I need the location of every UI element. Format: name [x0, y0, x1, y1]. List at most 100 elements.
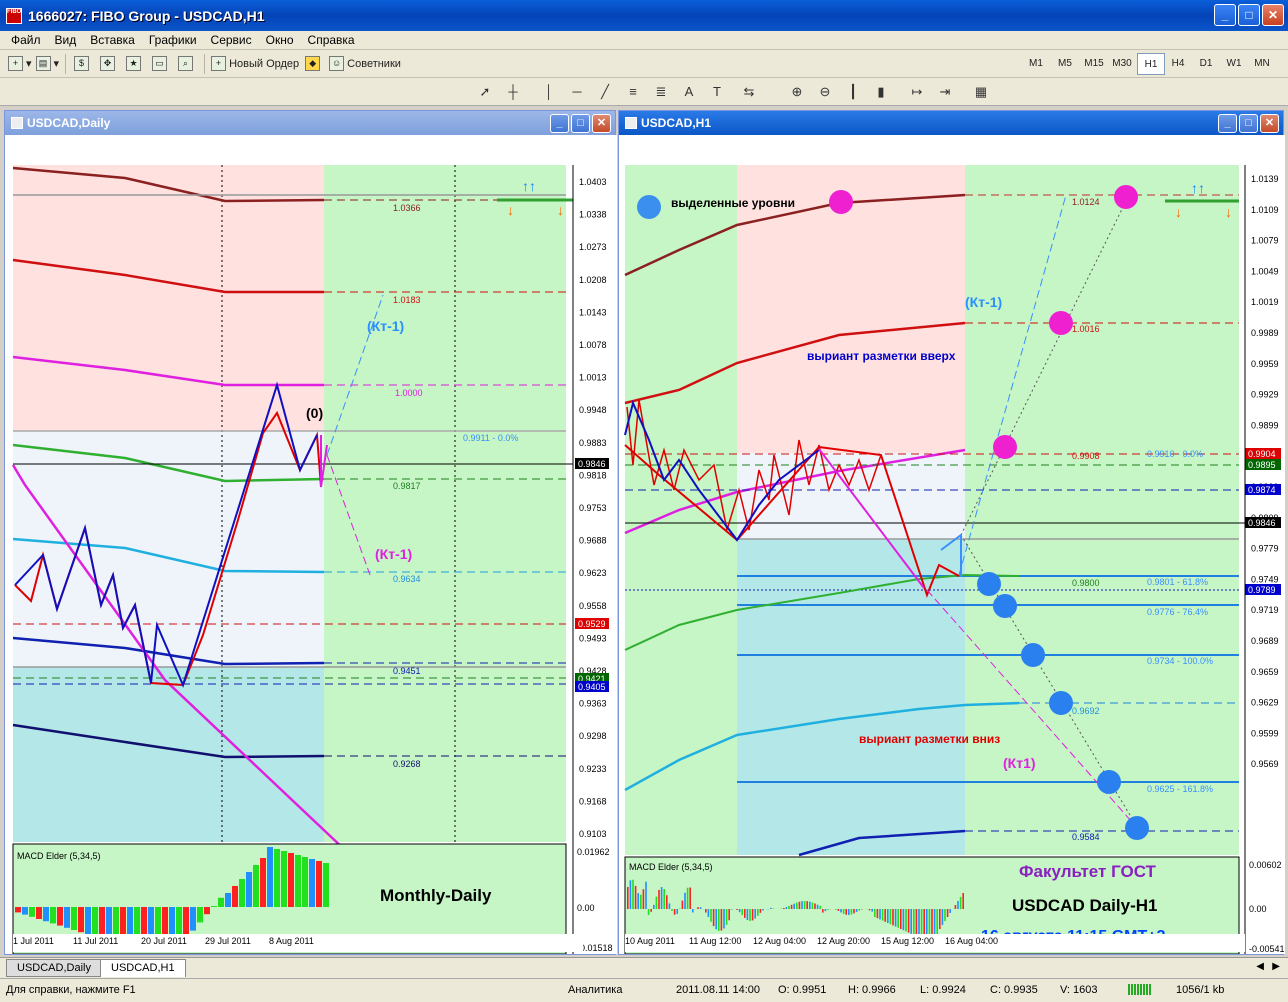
text-label-icon[interactable]: T [706, 81, 728, 103]
advisors-button[interactable]: ☺ Советники [329, 53, 401, 75]
price-tick: 1.0078 [579, 340, 607, 350]
tf-d1[interactable]: D1 [1192, 53, 1220, 75]
close-button[interactable]: ✕ [1262, 4, 1284, 26]
tf-m5[interactable]: M5 [1051, 53, 1079, 75]
variant-down-label: выриант разметки вниз [859, 732, 1000, 746]
fibo-icon[interactable]: ≣ [650, 81, 672, 103]
zoom-in-icon[interactable]: ⊕ [786, 81, 808, 103]
macd-bar [910, 909, 912, 934]
macd-bar [894, 909, 897, 927]
macd-bar [806, 901, 808, 909]
terminal-button[interactable]: ▭ [150, 53, 172, 75]
macd-bar [655, 896, 658, 909]
time-axis: 10 Aug 2011 11 Aug 12:00 12 Aug 04:00 12… [625, 934, 1245, 952]
tf-m1[interactable]: M1 [1022, 53, 1050, 75]
profiles-icon: ▤ [35, 56, 51, 71]
macd-bar [627, 887, 629, 909]
channel-icon[interactable]: ≡ [622, 81, 644, 103]
macd-bar [681, 900, 684, 909]
menu-insert[interactable]: Вставка [83, 33, 142, 47]
tf-m30[interactable]: M30 [1108, 53, 1136, 75]
chart-shift-icon[interactable]: ⇥ [934, 81, 956, 103]
tabs-scroll-right-icon[interactable]: ▶ [1272, 961, 1280, 972]
profiles-button[interactable]: ▤ ▾ [35, 53, 59, 75]
favorites-button[interactable]: ★ [124, 53, 146, 75]
h1-close-button[interactable]: ✕ [1260, 114, 1279, 133]
price-tick: 0.9749 [1251, 574, 1279, 584]
menu-file[interactable]: Файл [4, 33, 48, 47]
tab-usdcad-daily[interactable]: USDCAD,Daily [6, 959, 102, 977]
daily-close-button[interactable]: ✕ [592, 114, 611, 133]
bar-chart-icon[interactable]: ┃ [842, 81, 864, 103]
arrows-tool-icon[interactable]: ⇆ [738, 81, 760, 103]
tester-button[interactable]: ⌕ [176, 53, 198, 75]
daily-minimize-button[interactable]: _ [550, 114, 569, 133]
price-tick: 0.9818 [579, 470, 607, 480]
metaeditor-button[interactable]: ◆ [303, 53, 325, 75]
macd-tick: -0.00541 [1249, 944, 1285, 954]
macd-title: MACD Elder (5,34,5) [629, 862, 713, 872]
macd-bar [658, 889, 660, 909]
minimize-button[interactable]: _ [1214, 4, 1236, 26]
new-order-button[interactable]: + Новый Ордер [211, 53, 299, 75]
navigator-button[interactable]: ✥ [98, 53, 120, 75]
price-tick: 1.0143 [579, 307, 607, 317]
macd-bar [842, 909, 845, 914]
menu-help[interactable]: Справка [301, 33, 362, 47]
kt1-up-label: (Кт-1) [367, 318, 404, 334]
new-chart-button[interactable]: + ▾ [8, 53, 32, 75]
tf-m15[interactable]: M15 [1080, 53, 1108, 75]
date-tick: 10 Aug 2011 [625, 936, 675, 946]
down-arrow-icon: ↓ [1175, 204, 1182, 220]
market-watch-button[interactable]: $ [72, 53, 94, 75]
menu-charts[interactable]: Графики [142, 33, 204, 47]
crosshair-tool-icon[interactable]: ┼ [502, 81, 524, 103]
macd-bar [22, 907, 28, 915]
horizontal-line-icon[interactable]: ─ [566, 81, 588, 103]
candle-chart-icon[interactable]: ▮ [870, 81, 892, 103]
tf-h4[interactable]: H4 [1164, 53, 1192, 75]
daily-chart[interactable]: ↑↑ ↓ ↓ 1.0366 1.0183 1.0000 0.9911 - 0.0… [5, 135, 617, 954]
macd-bar [707, 909, 710, 918]
macd-bar [71, 907, 77, 930]
trendline-icon[interactable]: ╱ [594, 81, 616, 103]
level-label: 0.9451 [393, 666, 421, 676]
h1-minimize-button[interactable]: _ [1218, 114, 1237, 133]
vertical-line-icon[interactable]: │ [538, 81, 560, 103]
caption-symbol: USDCAD Daily-H1 [1012, 896, 1157, 915]
level-label: 1.0016 [1072, 324, 1100, 334]
macd-bar [281, 851, 287, 907]
menu-view[interactable]: Вид [48, 33, 84, 47]
macd-bar [801, 901, 803, 909]
daily-maximize-button[interactable]: □ [571, 114, 590, 133]
zoom-out-icon[interactable]: ⊖ [814, 81, 836, 103]
macd-bar [845, 909, 847, 915]
tab-usdcad-h1[interactable]: USDCAD,H1 [100, 959, 186, 977]
kt1-up-label: (Кт-1) [965, 294, 1002, 310]
tf-w1[interactable]: W1 [1220, 53, 1248, 75]
price-tick: 0.9659 [1251, 667, 1279, 677]
text-tool-icon[interactable]: A [678, 81, 700, 103]
macd-bar [316, 861, 322, 907]
h1-maximize-button[interactable]: □ [1239, 114, 1258, 133]
level-label: 1.0124 [1072, 197, 1100, 207]
autoscroll-icon[interactable]: ↦ [906, 81, 928, 103]
tf-mn[interactable]: MN [1248, 53, 1276, 75]
cursor-tool-icon[interactable]: ➚ [474, 81, 496, 103]
price-tick: 1.0079 [1251, 236, 1279, 246]
menu-window[interactable]: Окно [259, 33, 301, 47]
macd-bar [246, 872, 252, 907]
templates-icon[interactable]: ▦ [970, 81, 992, 103]
macd-bar [676, 909, 678, 914]
macd-bar [881, 909, 884, 921]
tf-h1[interactable]: H1 [1137, 53, 1165, 75]
menu-tools[interactable]: Сервис [204, 33, 259, 47]
macd-bar [803, 901, 806, 909]
maximize-button[interactable]: □ [1238, 4, 1260, 26]
chart-window-icon [625, 117, 637, 129]
tabs-scroll-left-icon[interactable]: ◀ [1256, 961, 1264, 972]
app-logo-icon: FIBO [6, 7, 22, 24]
macd-bar [892, 909, 894, 926]
h1-chart[interactable]: ↑↑ ↓ ↓ выделенные уровни 1.0124 1.0016 0… [619, 135, 1285, 954]
macd-bar [913, 909, 915, 935]
